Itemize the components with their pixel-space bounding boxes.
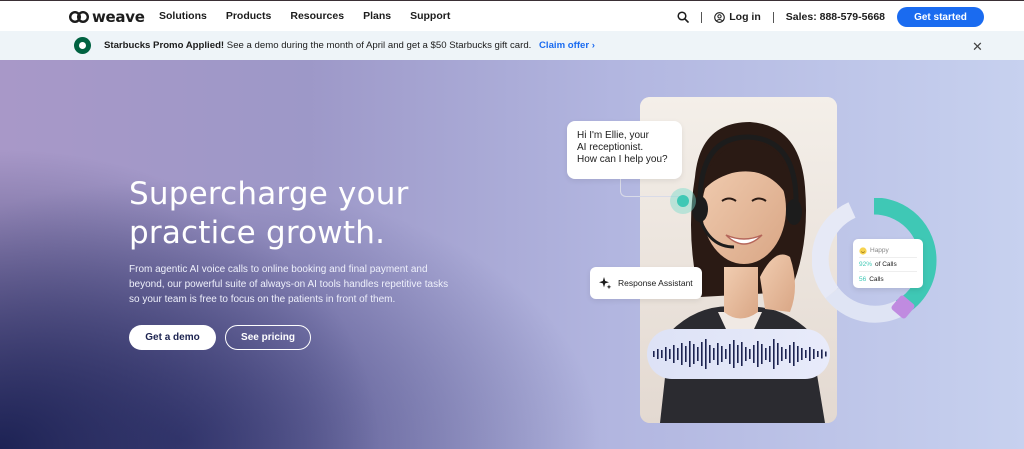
waveform-bar — [725, 349, 727, 359]
waveform-bar — [693, 344, 695, 364]
waveform-bar — [681, 343, 683, 365]
menu-item-support[interactable]: Support — [410, 10, 450, 22]
waveform-bar — [765, 348, 767, 360]
waveform-bar — [661, 350, 663, 358]
promo-message: See a demo during the month of April and… — [226, 40, 532, 51]
waveform-bar — [773, 339, 775, 369]
waveform-bar — [793, 342, 795, 366]
calls-percent-suffix: of Calls — [875, 261, 897, 268]
response-assistant-card: Response Assistant — [590, 267, 702, 299]
voice-dot — [677, 195, 689, 207]
menu-item-plans[interactable]: Plans — [363, 10, 391, 22]
waveform-bar — [777, 343, 779, 365]
hero-title: Supercharge your practice growth. — [129, 176, 409, 251]
menu-item-solutions[interactable]: Solutions — [159, 10, 207, 22]
menu-item-resources[interactable]: Resources — [290, 10, 344, 22]
promo-title: Starbucks Promo Applied! — [104, 40, 225, 51]
waveform-bar — [737, 345, 739, 363]
top-navbar: weave Solutions Products Resources Plans… — [0, 0, 1024, 31]
chat-bubble-line: AI receptionist. — [577, 142, 644, 153]
waveform-bar — [785, 349, 787, 359]
hero-section: Supercharge your practice growth. From a… — [0, 60, 1024, 449]
claim-offer-label: Claim offer — [539, 40, 590, 51]
sales-phone-link[interactable]: Sales: 888-579-5668 — [786, 11, 885, 23]
chevron-right-icon: › — [591, 40, 595, 51]
waveform-bar — [825, 351, 827, 357]
waveform-bar — [677, 348, 679, 360]
smiley-icon — [859, 246, 867, 255]
hero-description: From agentic AI voice calls to online bo… — [129, 264, 449, 305]
stats-row-percent: 92% of Calls — [859, 258, 917, 272]
waveform-bar — [781, 347, 783, 361]
waveform-bar — [665, 347, 667, 361]
user-icon — [714, 11, 726, 23]
waveform-bar — [805, 350, 807, 358]
waveform-bar — [749, 349, 751, 359]
menu-item-products[interactable]: Products — [226, 10, 272, 22]
claim-offer-link[interactable]: Claim offer › — [539, 40, 595, 51]
calls-percent: 92% — [859, 261, 873, 268]
mood-label: Happy — [870, 247, 889, 254]
weave-logo[interactable]: weave — [69, 8, 145, 26]
nav-right: Log in Sales: 888-579-5668 Get started — [677, 7, 984, 27]
login-link[interactable]: Log in — [714, 11, 761, 23]
sparkle-icon — [599, 277, 612, 290]
get-started-button[interactable]: Get started — [897, 7, 984, 27]
stats-row-count: 56 Calls — [859, 272, 917, 286]
waveform-bar — [717, 343, 719, 365]
waveform-bar — [673, 345, 675, 363]
nav-divider — [772, 11, 774, 23]
waveform-bar — [753, 345, 755, 363]
waveform-bar — [809, 347, 811, 361]
waveform-bar — [721, 346, 723, 362]
waveform-bar — [733, 340, 735, 368]
waveform-bar — [761, 344, 763, 364]
login-label: Log in — [729, 11, 761, 23]
see-pricing-button[interactable]: See pricing — [225, 325, 311, 350]
voice-waveform — [647, 329, 830, 379]
waveform-bar — [697, 347, 699, 361]
calls-count-suffix: Calls — [869, 275, 884, 283]
waveform-bar — [657, 349, 659, 359]
calls-count: 56 — [859, 275, 867, 283]
chat-bubble-line: How can I help you? — [577, 154, 668, 165]
waveform-bar — [801, 348, 803, 360]
waveform-bar — [745, 347, 747, 361]
waveform-bar — [685, 346, 687, 362]
close-icon[interactable]: ✕ — [972, 39, 983, 55]
waveform-bar — [813, 349, 815, 359]
waveform-bar — [757, 341, 759, 367]
chat-bubble-line: Hi I'm Ellie, your — [577, 130, 649, 141]
promo-banner: Starbucks Promo Applied! See a demo duri… — [0, 31, 1024, 60]
waveform-bar — [653, 351, 655, 357]
starbucks-logo-icon — [74, 37, 91, 54]
chat-bubble: Hi I'm Ellie, your AI receptionist. How … — [567, 121, 682, 179]
waveform-bar — [729, 344, 731, 364]
get-demo-button[interactable]: Get a demo — [129, 325, 216, 350]
stats-row-mood: Happy — [859, 244, 917, 258]
main-menu: Solutions Products Resources Plans Suppo… — [159, 10, 469, 22]
waveform-bar — [713, 348, 715, 360]
logo-text: weave — [92, 8, 145, 26]
waveform-bar — [709, 345, 711, 363]
waveform-bar — [789, 345, 791, 363]
waveform-bar — [821, 349, 823, 359]
waveform-bar — [741, 342, 743, 366]
waveform-bar — [817, 351, 819, 357]
nav-divider — [701, 11, 703, 23]
promo-text: Starbucks Promo Applied! See a demo duri… — [104, 40, 595, 51]
search-icon[interactable] — [677, 11, 690, 23]
response-assistant-label: Response Assistant — [618, 278, 693, 288]
waveform-bar — [797, 346, 799, 362]
waveform-bar — [669, 349, 671, 359]
waveform-bar — [769, 346, 771, 362]
waveform-bar — [705, 339, 707, 369]
waveform-bar — [689, 341, 691, 367]
waveform-icon — [653, 339, 827, 369]
weave-logo-icon — [69, 11, 89, 23]
waveform-bar — [701, 342, 703, 366]
call-stats-card: Happy 92% of Calls 56 Calls — [853, 239, 923, 288]
